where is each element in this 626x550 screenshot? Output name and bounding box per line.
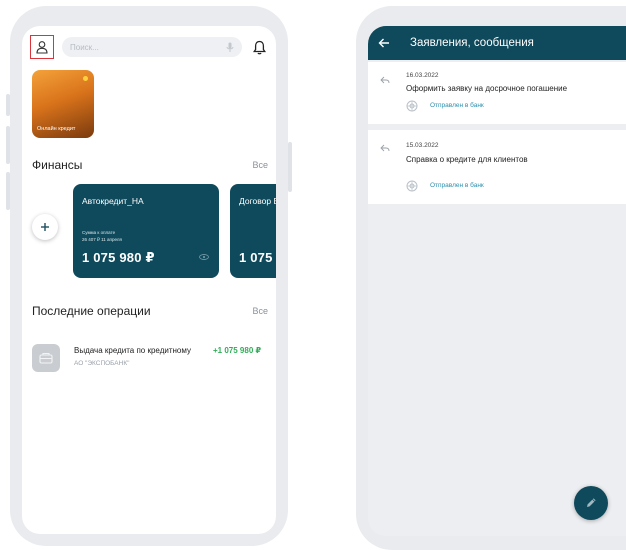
- finances-title: Финансы: [32, 158, 83, 172]
- loan-card-amount: 1 075 980 ₽: [82, 250, 155, 265]
- messages-header: Заявления, сообщения: [368, 26, 626, 60]
- search-placeholder: Поиск...: [70, 42, 99, 52]
- add-product-button[interactable]: [32, 214, 58, 240]
- phone-side-button: [6, 126, 10, 164]
- status-gear-icon: [406, 100, 418, 112]
- app-screenshot: Поиск... Онлайн кредит Финансы Все Авток…: [0, 0, 626, 550]
- message-status: Отправлен в банк: [430, 102, 484, 109]
- messages-title: Заявления, сообщения: [410, 37, 534, 49]
- message-date: 15.03.2022: [406, 142, 439, 149]
- promo-indicator-dot: [83, 76, 88, 81]
- phone-side-button: [6, 94, 10, 116]
- operation-subtitle: АО "ЭКСПОБАНК": [74, 360, 130, 367]
- reply-icon: [380, 76, 390, 84]
- search-input[interactable]: Поиск...: [62, 37, 242, 57]
- message-status: Отправлен в банк: [430, 182, 484, 189]
- loan-card-due-label: Сумма к оплате: [82, 230, 116, 235]
- loan-card[interactable]: Автокредит_НА Сумма к оплате 26 407 ₽ 11…: [73, 184, 219, 278]
- operations-title: Последние операции: [32, 304, 151, 318]
- phone-frame-right: Заявления, сообщения 16.03.2022 Оформить…: [356, 6, 626, 550]
- promo-label: Онлайн кредит: [37, 126, 76, 132]
- contract-card-name: Договор Банков: [239, 196, 276, 206]
- message-text: Оформить заявку на досрочное погашение: [406, 84, 568, 93]
- message-item[interactable]: 16.03.2022 Оформить заявку на досрочное …: [368, 62, 626, 124]
- back-button[interactable]: [378, 36, 392, 50]
- eye-icon[interactable]: [199, 254, 209, 260]
- status-gear-icon: [406, 180, 418, 192]
- loan-card-due-text: 26 407 ₽ 11 апреля: [82, 237, 122, 242]
- microphone-icon[interactable]: [226, 42, 234, 53]
- messages-screen: Заявления, сообщения 16.03.2022 Оформить…: [368, 26, 626, 536]
- message-item[interactable]: 15.03.2022 Справка о кредите для клиенто…: [368, 130, 626, 204]
- phone-side-button: [288, 142, 292, 192]
- loan-card-name: Автокредит_НА: [82, 196, 144, 206]
- phone-frame-left: Поиск... Онлайн кредит Финансы Все Авток…: [6, 6, 292, 546]
- message-text: Справка о кредите для клиентов: [406, 155, 528, 164]
- finances-all-link[interactable]: Все: [252, 160, 268, 170]
- phone-side-button: [6, 172, 10, 210]
- message-date: 16.03.2022: [406, 72, 439, 79]
- pencil-icon: [587, 498, 596, 507]
- bell-icon: [252, 40, 266, 54]
- contract-card-amount: 1 075: [239, 250, 273, 265]
- operations-all-link[interactable]: Все: [252, 306, 268, 316]
- wallet-icon: [39, 352, 53, 364]
- top-bar: Поиск...: [30, 34, 268, 60]
- promo-online-credit[interactable]: Онлайн кредит: [32, 70, 94, 138]
- back-arrow-icon: [378, 38, 389, 48]
- contract-card[interactable]: Договор Банков 1 075: [230, 184, 276, 278]
- operation-icon: [32, 344, 60, 372]
- plus-icon: [41, 223, 49, 231]
- user-icon: [36, 41, 48, 54]
- operation-title[interactable]: Выдача кредита по кредитному: [74, 346, 192, 355]
- reply-icon: [380, 144, 390, 152]
- operation-amount: +1 075 980 ₽: [213, 346, 262, 355]
- profile-button[interactable]: [30, 35, 54, 59]
- main-screen: Поиск... Онлайн кредит Финансы Все Авток…: [22, 26, 276, 534]
- compose-button[interactable]: [574, 486, 608, 520]
- notifications-button[interactable]: [250, 37, 268, 57]
